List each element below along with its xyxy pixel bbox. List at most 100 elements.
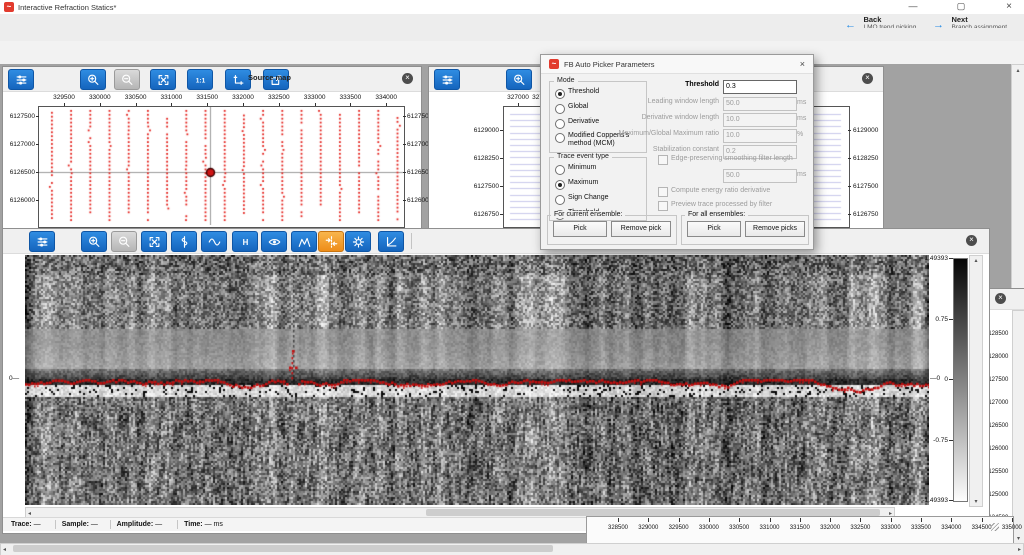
y-tick-label: 6126500	[6, 169, 35, 176]
y-tick-label: 6126750	[853, 211, 878, 218]
tick-mark	[949, 500, 953, 501]
next-label: Next	[951, 15, 1007, 24]
radio-dot	[558, 183, 562, 187]
x-tick-label: 334500	[972, 525, 992, 531]
view-eye-icon[interactable]	[261, 231, 287, 252]
close-icon[interactable]: ×	[996, 0, 1022, 13]
tick-mark	[315, 103, 316, 106]
all-ensembles-label: For all ensembles:	[685, 211, 748, 218]
colorbar-tick-label: 0.75	[908, 316, 948, 323]
first-break-picker-icon[interactable]	[318, 231, 344, 252]
tick-mark	[830, 518, 831, 522]
fragment-vscrollbar[interactable]: ▾	[1012, 310, 1024, 544]
trace-wave-icon[interactable]	[201, 231, 227, 252]
radio-minimum[interactable]	[555, 165, 565, 175]
x-tick-label: 328500	[608, 525, 628, 531]
zoom-in-icon[interactable]	[506, 69, 532, 90]
status-divider	[55, 520, 56, 529]
param-field: 10.0	[723, 129, 797, 143]
x-tick-label: 331500	[196, 94, 218, 101]
radio-global[interactable]	[555, 104, 565, 114]
one-to-one-icon[interactable]: 1:1	[187, 69, 213, 90]
tick-mark	[386, 103, 387, 106]
zoom-in-icon[interactable]	[80, 69, 106, 90]
zoom-in-icon[interactable]	[81, 231, 107, 252]
minimize-icon[interactable]: —	[900, 0, 926, 13]
tick-mark	[921, 518, 922, 522]
tick-mark	[848, 130, 851, 131]
back-label: Back	[863, 15, 916, 24]
trace-wiggle-icon[interactable]	[171, 231, 197, 252]
remove-picks-button[interactable]: Remove picks	[745, 221, 805, 237]
tick-mark	[403, 116, 406, 117]
x-tick-label: 334000	[941, 525, 961, 531]
x-tick-label: 333500	[340, 94, 362, 101]
pick-button[interactable]: Pick	[553, 221, 607, 237]
seismic-image[interactable]	[25, 255, 929, 505]
checkbox-2[interactable]	[658, 201, 668, 211]
x-tick-label: 335000	[1002, 525, 1022, 531]
x-tick-label: 332000	[820, 525, 840, 531]
tick-mark	[949, 440, 953, 441]
source-map-plot[interactable]	[39, 107, 403, 225]
filter-length-unit: ms	[797, 171, 806, 178]
tick-mark	[648, 518, 649, 522]
app-icon: ~	[4, 2, 14, 12]
scroll-down-icon[interactable]: ▾	[970, 498, 982, 505]
param-label: Threshold	[549, 81, 719, 88]
seismic-vscrollbar[interactable]: ▴ ▾	[969, 255, 983, 507]
radio-label: Threshold	[568, 88, 648, 96]
dialog-close-icon[interactable]: ×	[800, 59, 805, 69]
radio-sign-change[interactable]	[555, 195, 565, 205]
zoom-out-icon[interactable]	[111, 231, 137, 252]
display-settings-icon[interactable]	[8, 69, 34, 90]
offset-panel-bottom-fragment: 3285003290003295003300003305003310003315…	[586, 516, 1014, 545]
x-tick-label: 327000	[507, 94, 529, 101]
radio-maximum[interactable]	[555, 180, 565, 190]
tick-mark	[500, 214, 503, 215]
zoom-all-icon[interactable]	[141, 231, 167, 252]
y-tick-label: 6127500	[467, 183, 499, 190]
scrollbar-thumb[interactable]	[426, 509, 880, 516]
panel-close-icon[interactable]: ×	[966, 235, 977, 246]
velocity-slope-icon[interactable]	[378, 231, 404, 252]
scrollbar-thumb[interactable]	[13, 545, 553, 552]
tick-mark	[136, 103, 137, 106]
remove-pick-button[interactable]: Remove pick	[611, 221, 671, 237]
pick-button[interactable]: Pick	[687, 221, 741, 237]
y-tick-label: 6127500	[6, 113, 35, 120]
panel-close-icon[interactable]: ×	[862, 73, 873, 84]
x-tick-label: 330500	[729, 525, 749, 531]
workspace-vscrollbar[interactable]: ▴	[1011, 64, 1024, 292]
colorbar-tick-label: -0.75	[908, 437, 948, 444]
checkbox-1[interactable]	[658, 187, 668, 197]
x-tick-label: 330000	[699, 525, 719, 531]
parameters-gear-icon[interactable]	[345, 231, 371, 252]
x-tick-label: 333000	[881, 525, 901, 531]
param-label: Stabilization constant	[549, 146, 719, 153]
checkbox-0[interactable]	[658, 155, 668, 165]
zoom-out-icon[interactable]	[114, 69, 140, 90]
resize-grip[interactable]	[991, 523, 999, 531]
tick-mark	[64, 103, 65, 106]
horizontal-scale-icon[interactable]: H	[232, 231, 258, 252]
display-settings-icon[interactable]	[29, 231, 55, 252]
zoom-all-icon[interactable]	[150, 69, 176, 90]
param-field[interactable]: 0.3	[723, 80, 797, 94]
y-tick-label: 6128250	[467, 155, 499, 162]
panel-close-icon[interactable]: ×	[402, 73, 413, 84]
scroll-up-icon[interactable]: ▴	[970, 257, 982, 264]
scroll-left-icon[interactable]: ◂	[28, 510, 31, 517]
spectrum-peaks-icon[interactable]	[291, 231, 317, 252]
scroll-right-icon[interactable]: ▸	[1018, 546, 1021, 553]
scroll-left-icon[interactable]: ◂	[3, 546, 6, 553]
scroll-down-icon[interactable]: ▾	[1013, 535, 1024, 542]
display-settings-icon[interactable]	[434, 69, 460, 90]
workspace-hscrollbar[interactable]: ◂ ▸	[0, 543, 1024, 555]
tick-mark	[518, 103, 519, 106]
scroll-up-icon[interactable]: ▴	[1012, 67, 1024, 74]
y-tick-label: 6126750	[467, 211, 499, 218]
checkbox-label: Preview trace processed by filter	[671, 201, 809, 208]
status-time: Time: — ms	[184, 521, 223, 528]
maximize-icon[interactable]: ▢	[948, 0, 974, 13]
